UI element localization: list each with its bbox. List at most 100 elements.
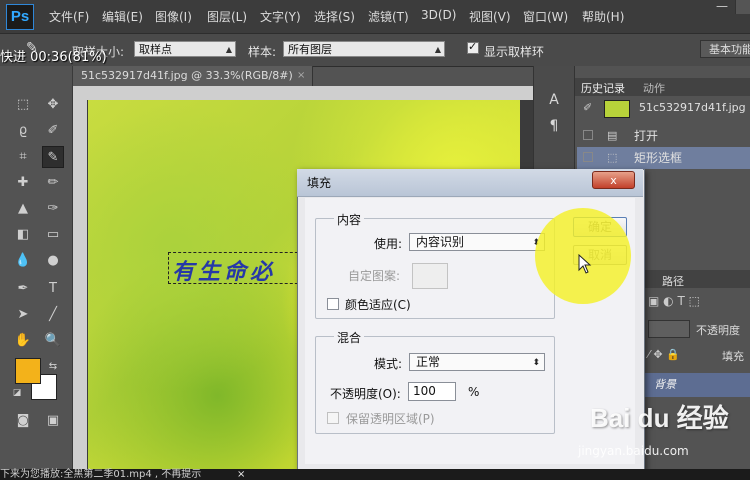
blend-group-label: 混合 — [334, 329, 365, 346]
chevron-updown-icon: ⬍ — [532, 358, 540, 368]
stamp-tool-icon[interactable]: ▲ — [12, 198, 34, 220]
menu-help[interactable]: 帮助(H) — [582, 8, 624, 25]
watermark-url: jingyan.baidu.com — [578, 444, 689, 458]
menu-window[interactable]: 窗口(W) — [523, 8, 568, 25]
sample-select[interactable]: 所有图层 ▲ — [283, 41, 445, 57]
history-brush-tool-icon[interactable]: ✑ — [42, 198, 64, 220]
swap-colors-icon[interactable]: ⇆ — [42, 356, 64, 378]
close-tab-icon[interactable]: × — [297, 66, 305, 86]
vertical-ruler — [73, 86, 87, 470]
crop-tool-icon[interactable]: ⌗ — [12, 146, 34, 168]
color-adapt-label: 颜色适应(C) — [345, 298, 411, 312]
tab-history[interactable]: 历史记录 — [581, 80, 625, 96]
mode-value: 正常 — [416, 355, 441, 369]
dodge-tool-icon[interactable]: ● — [42, 250, 64, 272]
watermark-logo: Bai du 经验 — [590, 403, 729, 433]
menu-image[interactable]: 图像(I) — [155, 8, 192, 25]
path-select-tool-icon[interactable]: ➤ — [12, 304, 34, 326]
history-item-marquee[interactable]: ⬚ 矩形选框 — [577, 147, 750, 169]
pattern-picker[interactable] — [412, 263, 448, 289]
blend-mode-select[interactable] — [648, 320, 690, 338]
opacity-input[interactable]: 100 — [408, 382, 456, 401]
app-logo: Ps — [6, 4, 34, 30]
blur-tool-icon[interactable]: 💧 — [12, 250, 34, 272]
content-group-label: 内容 — [334, 211, 365, 228]
marquee-icon: ⬚ — [607, 151, 618, 164]
quick-mask-icon[interactable]: ◙ — [12, 410, 34, 432]
mouse-cursor-icon — [578, 254, 592, 274]
pattern-label: 自定图案: — [348, 269, 401, 283]
menu-select[interactable]: 选择(S) — [314, 8, 355, 25]
sample-size-value: 取样点 — [139, 43, 172, 56]
close-button[interactable]: x — [592, 171, 635, 189]
show-ring-checkbox[interactable] — [467, 40, 479, 54]
pen-tool-icon[interactable]: ✒ — [12, 278, 34, 300]
history-snapshot[interactable]: ✐ 51c532917d41f.jpg — [577, 97, 750, 121]
mode-select[interactable]: 正常 ⬍ — [409, 353, 545, 371]
marquee-tool-icon[interactable]: ⬚ — [12, 94, 34, 116]
eraser-tool-icon[interactable]: ◧ — [12, 224, 34, 246]
type-tool-icon[interactable]: T — [42, 278, 64, 300]
playback-progress-text: 快进 00:36(81%) — [0, 50, 107, 65]
chevron-updown-icon: ▲ — [225, 45, 232, 54]
sample-size-select[interactable]: 取样点 ▲ — [134, 41, 236, 57]
menu-3d[interactable]: 3D(D) — [421, 8, 456, 22]
snapshot-thumbnail — [604, 100, 630, 118]
menu-type[interactable]: 文字(Y) — [260, 8, 301, 25]
use-label: 使用: — [374, 237, 403, 251]
use-select[interactable]: 内容识别 ⬍ — [409, 233, 545, 251]
quick-select-tool-icon[interactable]: ✐ — [42, 120, 64, 142]
eyedropper-tool-icon[interactable]: ✎ — [42, 146, 64, 168]
tab-actions[interactable]: 动作 — [643, 80, 665, 96]
document-tab[interactable]: 51c532917d41f.jpg @ 33.3%(RGB/8#) — [73, 66, 313, 86]
zoom-tool-icon[interactable]: 🔍 — [42, 330, 64, 352]
default-colors-icon[interactable]: ◪ — [6, 382, 28, 404]
maximize-button[interactable] — [735, 0, 750, 14]
sample-label: 样本: — [248, 45, 277, 59]
mode-label: 模式: — [374, 357, 403, 371]
show-ring-label: 显示取样环 — [484, 45, 545, 59]
brush-source-icon: ✐ — [583, 101, 593, 114]
healing-tool-icon[interactable]: ✚ — [12, 172, 34, 194]
history-item-label: 矩形选框 — [634, 151, 683, 165]
chevron-updown-icon: ▲ — [434, 45, 441, 54]
paragraph-panel-icon[interactable]: ¶ — [545, 118, 563, 134]
menu-filter[interactable]: 滤镜(T) — [368, 8, 409, 25]
horizontal-ruler — [73, 86, 533, 100]
menu-edit[interactable]: 编辑(E) — [102, 8, 143, 25]
brush-tool-icon[interactable]: ✏ — [42, 172, 64, 194]
lasso-tool-icon[interactable]: ϱ — [12, 120, 34, 142]
opacity-unit: % — [468, 385, 480, 399]
close-notice-icon[interactable]: × — [237, 470, 245, 480]
gradient-tool-icon[interactable]: ▭ — [42, 224, 64, 246]
snapshot-name: 51c532917d41f.jpg — [639, 101, 746, 114]
menu-view[interactable]: 视图(V) — [469, 8, 511, 25]
lock-icons[interactable]: ⁄ ✥ 🔒 — [648, 348, 680, 361]
canvas-text: 有生命必 — [172, 259, 277, 285]
character-panel-icon[interactable]: A — [545, 92, 563, 108]
layers-tab-bar — [642, 270, 750, 288]
use-value: 内容识别 — [416, 235, 465, 249]
preserve-transparency-checkbox[interactable] — [327, 412, 339, 424]
move-tool-icon[interactable]: ✥ — [42, 94, 64, 116]
workspace-button[interactable]: 基本功能 — [700, 40, 750, 58]
minimize-button[interactable]: — — [712, 0, 732, 14]
menu-file[interactable]: 文件(F) — [49, 8, 89, 25]
menu-layer[interactable]: 图层(L) — [207, 8, 247, 25]
layer-row[interactable]: 背景 — [642, 373, 750, 397]
layers-opacity-label: 不透明度 — [696, 324, 740, 337]
history-checkbox[interactable] — [583, 130, 593, 140]
line-tool-icon[interactable]: ╱ — [42, 304, 64, 326]
next-video-notice: 下来为您播放:全黑第二季01.mp4 , 不再提示 — [0, 469, 202, 480]
history-checkbox[interactable] — [583, 152, 593, 162]
layers-fill-label: 填充 — [722, 350, 744, 363]
layer-name: 背景 — [654, 378, 676, 391]
history-item-label: 打开 — [634, 129, 659, 143]
screen-mode-icon[interactable]: ▣ — [42, 410, 64, 432]
tab-paths[interactable]: 路径 — [662, 273, 684, 289]
foreground-color-swatch[interactable] — [15, 358, 41, 384]
history-item-open[interactable]: ▤ 打开 — [577, 125, 750, 147]
color-adapt-checkbox[interactable] — [327, 298, 339, 310]
filter-icons[interactable]: ▣ ◐ T ⬚ — [648, 294, 700, 308]
hand-tool-icon[interactable]: ✋ — [12, 330, 34, 352]
